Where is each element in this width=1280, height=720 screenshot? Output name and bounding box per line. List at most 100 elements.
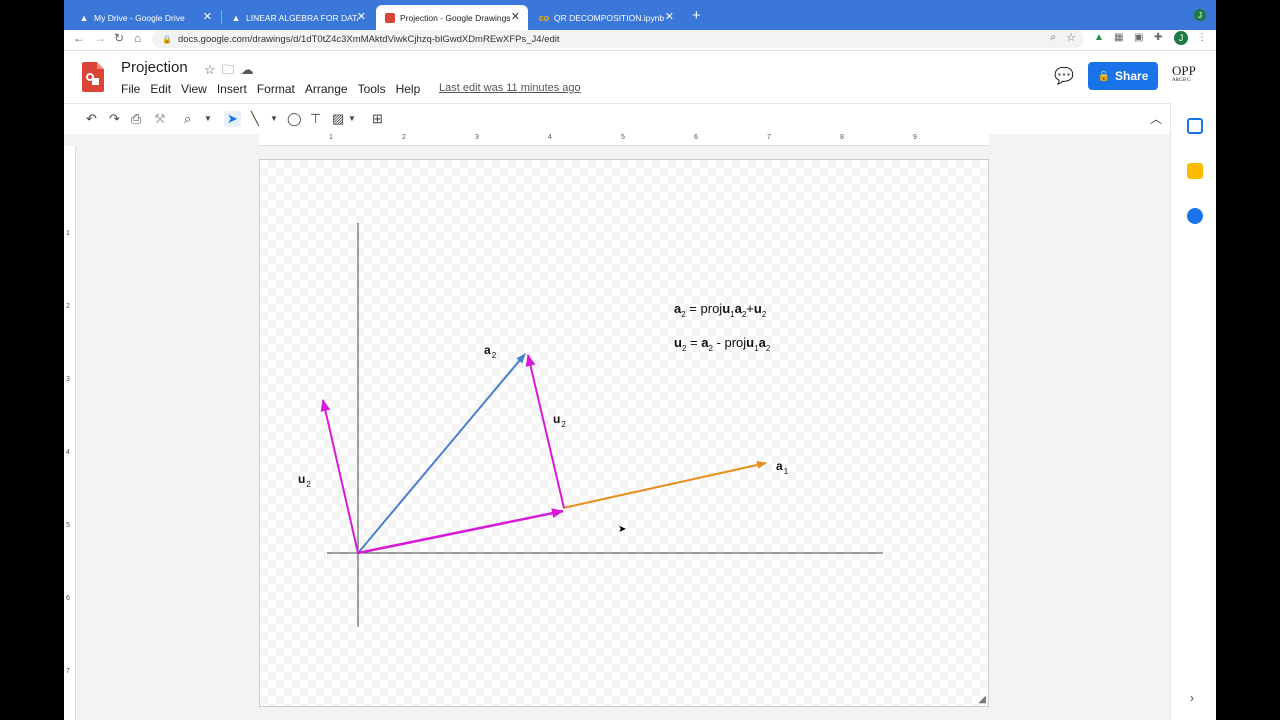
ruler-tick: 7 <box>66 668 70 675</box>
redo-icon[interactable]: ↷ <box>109 111 120 127</box>
close-icon[interactable]: ✕ <box>511 10 520 23</box>
zoom-icon[interactable]: ⌕ <box>184 111 191 127</box>
menu-insert[interactable]: Insert <box>217 82 247 96</box>
search-icon[interactable]: ⌕ <box>1050 32 1056 43</box>
google-drive-extension-icon[interactable]: ▲ <box>1094 32 1104 43</box>
url-text: docs.google.com/drawings/d/1dT0tZ4c3XmMA… <box>177 33 560 45</box>
tasks-icon[interactable] <box>1187 208 1203 224</box>
paint-format-icon[interactable]: ⚒ <box>154 111 166 127</box>
ruler-tick: 9 <box>913 134 917 141</box>
profile-avatar[interactable]: J <box>1194 9 1206 21</box>
star-icon[interactable]: ☆ <box>204 62 222 77</box>
select-icon[interactable]: ➤ <box>224 111 241 127</box>
print-icon[interactable]: ⎙ <box>131 111 141 127</box>
ruler-tick: 6 <box>66 595 70 602</box>
ruler-tick: 3 <box>475 134 479 141</box>
close-icon[interactable]: ✕ <box>203 10 212 23</box>
menu-tools[interactable]: Tools <box>358 82 386 96</box>
forward-icon[interactable]: → <box>94 31 106 45</box>
tab-my-drive[interactable]: ▲ My Drive - Google Drive ✕ <box>70 5 220 30</box>
close-icon[interactable]: ✕ <box>665 10 674 23</box>
google-drive-icon: ▲ <box>79 12 89 23</box>
browser-toolbar: ← → ↻ ⌂ 🔒 docs.google.com/drawings/d/1dT… <box>64 30 1216 51</box>
lock-icon: 🔒 <box>162 34 172 44</box>
shape-icon[interactable]: ◯ <box>287 111 302 127</box>
ruler-tick: 8 <box>840 134 844 141</box>
vertical-ruler[interactable]: 1 2 3 4 5 6 7 <box>64 146 76 720</box>
drawing-svg: a2 u2 u2 a1 a2 = proju1a2+u2 u2 = a2 - p… <box>298 223 883 627</box>
drawing-canvas[interactable]: a2 u2 u2 a1 a2 = proju1a2+u2 u2 = a2 - p… <box>259 159 989 707</box>
collapse-toolbar-icon[interactable]: ︿ <box>1150 110 1162 127</box>
profile-avatar[interactable]: J <box>1174 31 1188 45</box>
account-logo[interactable]: OPP ARCH G <box>1172 64 1196 86</box>
tab-strip: ▲ My Drive - Google Drive ✕ ▲ LINEAR ALG… <box>64 0 1216 30</box>
new-tab-icon[interactable]: + <box>692 7 701 24</box>
tab-title: LINEAR ALGEBRA FOR DATA S <box>246 12 358 23</box>
menu-help[interactable]: Help <box>396 82 421 96</box>
comment-icon[interactable]: 💬 <box>1054 66 1074 86</box>
address-bar[interactable]: 🔒 docs.google.com/drawings/d/1dT0tZ4c3Xm… <box>152 30 1084 48</box>
tab-qr-decomposition[interactable]: co QR DECOMPOSITION.ipynb - C ✕ <box>530 5 682 30</box>
tab-linear-algebra[interactable]: ▲ LINEAR ALGEBRA FOR DATA S ✕ <box>222 5 374 30</box>
tab-title: Projection - Google Drawings <box>400 12 511 23</box>
back-icon[interactable]: ← <box>73 31 85 45</box>
calendar-icon[interactable] <box>1187 118 1203 134</box>
menu-arrange[interactable]: Arrange <box>305 82 348 96</box>
ruler-tick: 4 <box>548 134 552 141</box>
tab-projection[interactable]: Projection - Google Drawings ✕ <box>376 5 528 30</box>
zoom-dropdown-icon[interactable]: ▼ <box>204 114 212 123</box>
vector-u2-translated[interactable] <box>525 354 565 509</box>
ruler-tick: 7 <box>767 134 771 141</box>
ruler-tick: 3 <box>66 376 70 383</box>
image-icon[interactable]: ▨ <box>332 111 344 127</box>
ruler-tick: 5 <box>66 522 70 529</box>
tab-title: QR DECOMPOSITION.ipynb - C <box>554 12 666 23</box>
google-drawings-icon <box>385 12 395 23</box>
last-edit-link[interactable]: Last edit was 11 minutes ago <box>439 82 581 94</box>
extensions-puzzle-icon[interactable]: ✚ <box>1154 32 1162 43</box>
label-u2-middle[interactable]: u2 <box>553 412 566 429</box>
vector-a1[interactable] <box>562 461 767 509</box>
extension-icon[interactable]: ▦ <box>1114 32 1123 43</box>
ruler-tick: 5 <box>621 134 625 141</box>
lock-icon: 🔒 <box>1097 70 1111 82</box>
close-icon[interactable]: ✕ <box>357 10 366 23</box>
add-comment-icon[interactable]: ⊞ <box>372 111 383 127</box>
resize-handle-icon[interactable]: ◢ <box>978 694 986 705</box>
browser-menu-icon[interactable]: ⋮ <box>1197 32 1207 43</box>
move-folder-icon[interactable]: 🗀 <box>222 62 241 77</box>
ruler-tick: 2 <box>66 303 70 310</box>
cloud-saved-icon[interactable]: ☁ <box>241 62 260 77</box>
menu-view[interactable]: View <box>181 82 207 96</box>
menu-edit[interactable]: Edit <box>150 82 171 96</box>
chevron-right-icon[interactable]: › <box>1190 691 1194 705</box>
label-a2[interactable]: a2 <box>484 343 497 360</box>
line-icon[interactable]: ╲ <box>251 111 259 127</box>
reload-icon[interactable]: ↻ <box>114 31 124 45</box>
equation-a2[interactable]: a2 = proju1a2+u2 <box>674 301 767 319</box>
side-panel: › <box>1170 103 1216 720</box>
vector-u2[interactable] <box>320 399 359 554</box>
ruler-tick: 1 <box>66 230 70 237</box>
horizontal-ruler[interactable]: 1 2 3 4 5 6 7 8 9 <box>259 134 989 146</box>
ruler-tick: 1 <box>329 134 333 141</box>
extension-icon[interactable]: ▣ <box>1134 32 1143 43</box>
line-dropdown-icon[interactable]: ▼ <box>270 114 278 123</box>
bookmark-star-icon[interactable]: ☆ <box>1066 31 1076 44</box>
text-box-icon[interactable]: ⊤ <box>310 111 321 127</box>
tab-title: My Drive - Google Drive <box>94 12 185 23</box>
title-actions: ☆🗀☁ <box>204 61 260 83</box>
label-a1[interactable]: a1 <box>776 459 789 476</box>
google-drawings-logo[interactable] <box>82 62 104 92</box>
keep-icon[interactable] <box>1187 163 1203 179</box>
equation-u2[interactable]: u2 = a2 - proju1a2 <box>674 335 771 353</box>
document-title[interactable]: Projection <box>121 59 188 76</box>
menu-format[interactable]: Format <box>257 82 295 96</box>
home-icon[interactable]: ⌂ <box>134 31 141 45</box>
image-dropdown-icon[interactable]: ▼ <box>348 114 356 123</box>
menu-file[interactable]: File <box>121 82 140 96</box>
label-u2-left[interactable]: u2 <box>298 472 311 489</box>
google-drive-icon: ▲ <box>231 12 241 23</box>
share-button[interactable]: 🔒 Share <box>1088 62 1158 90</box>
undo-icon[interactable]: ↶ <box>86 111 97 127</box>
